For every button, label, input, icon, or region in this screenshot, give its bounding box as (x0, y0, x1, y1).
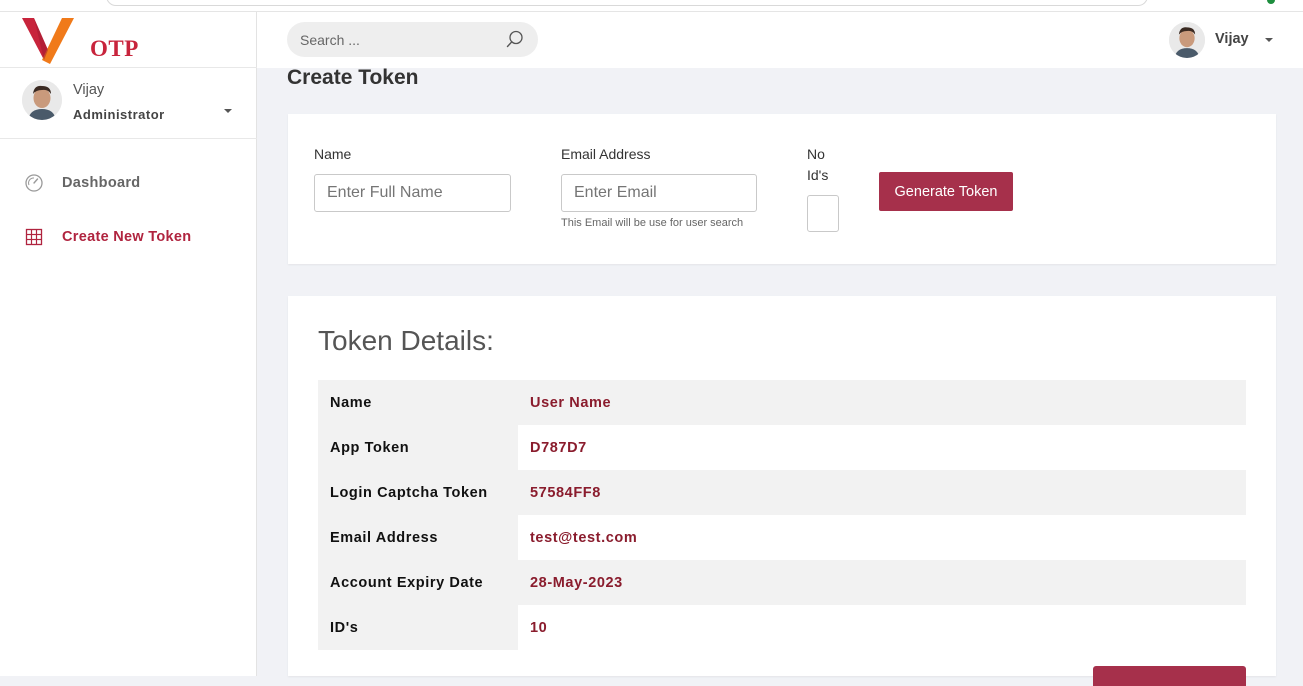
header-user-name: Vijay (1215, 31, 1249, 47)
avatar (1169, 22, 1205, 58)
email-field[interactable] (561, 174, 757, 212)
table-row: Email Address test@test.com (318, 515, 1246, 560)
address-bar[interactable] (106, 0, 1148, 6)
action-button-partial[interactable] (1093, 666, 1246, 686)
row-value: test@test.com (518, 515, 1246, 560)
profile-name: Vijay (73, 82, 105, 98)
row-value: 28-May-2023 (518, 560, 1246, 605)
table-row: App Token D787D7 (318, 425, 1246, 470)
sidebar-item-create-new-token[interactable]: Create New Token (24, 222, 244, 252)
row-value: User Name (518, 380, 1246, 425)
table-row: Account Expiry Date 28-May-2023 (318, 560, 1246, 605)
token-details-card: Token Details: Name User Name App Token … (288, 296, 1276, 686)
browser-top-strip (0, 0, 1303, 12)
ids-label-line2: Id's (807, 167, 829, 183)
row-value: 10 (518, 605, 1246, 650)
row-key: ID's (318, 605, 518, 650)
profile-role: Administrator (73, 107, 165, 122)
table-row: Name User Name (318, 380, 1246, 425)
email-label: Email Address (561, 146, 651, 162)
logo-text: OTP (90, 36, 139, 61)
row-value: D787D7 (518, 425, 1246, 470)
sidebar-item-label: Dashboard (62, 175, 141, 191)
table-row: Login Captcha Token 57584FF8 (318, 470, 1246, 515)
email-help-text: This Email will be use for user search (561, 217, 744, 229)
row-key: Email Address (318, 515, 518, 560)
chevron-down-icon[interactable] (1265, 38, 1273, 42)
sidebar-divider (0, 138, 257, 139)
header-user-menu[interactable]: Vijay (1169, 22, 1279, 58)
avatar (22, 80, 62, 120)
table-row: ID's 10 (318, 605, 1246, 650)
page-title: Create Token (287, 66, 419, 89)
dashboard-gauge-icon (24, 173, 44, 193)
chevron-down-icon[interactable] (224, 109, 232, 113)
row-key: App Token (318, 425, 518, 470)
row-key: Account Expiry Date (318, 560, 518, 605)
create-token-form: Name Email Address This Email will be us… (288, 114, 1276, 264)
sidebar-item-label: Create New Token (62, 229, 192, 245)
token-details-table: Name User Name App Token D787D7 Login Ca… (318, 380, 1246, 650)
top-header: Vijay (257, 12, 1303, 68)
generate-token-button[interactable]: Generate Token (879, 172, 1013, 211)
token-details-title: Token Details: (318, 325, 494, 356)
search-box[interactable] (287, 22, 538, 57)
sidebar: OTP Vijay Administrator Dashboard Create… (0, 12, 257, 676)
app-logo[interactable]: OTP (20, 14, 140, 68)
search-icon[interactable] (506, 30, 524, 48)
row-key: Login Captcha Token (318, 470, 518, 515)
sidebar-divider (0, 67, 257, 68)
name-label: Name (314, 146, 352, 162)
grid-table-icon (24, 227, 44, 247)
search-input[interactable] (287, 22, 497, 57)
name-field[interactable] (314, 174, 511, 212)
row-value: 57584FF8 (518, 470, 1246, 515)
sidebar-profile[interactable]: Vijay Administrator (22, 80, 242, 128)
ids-label-line1: No (807, 146, 825, 162)
ids-count-field[interactable] (807, 195, 839, 232)
sidebar-item-dashboard[interactable]: Dashboard (24, 168, 244, 198)
status-dot (1267, 0, 1275, 4)
logo-v-icon (22, 18, 74, 64)
row-key: Name (318, 380, 518, 425)
